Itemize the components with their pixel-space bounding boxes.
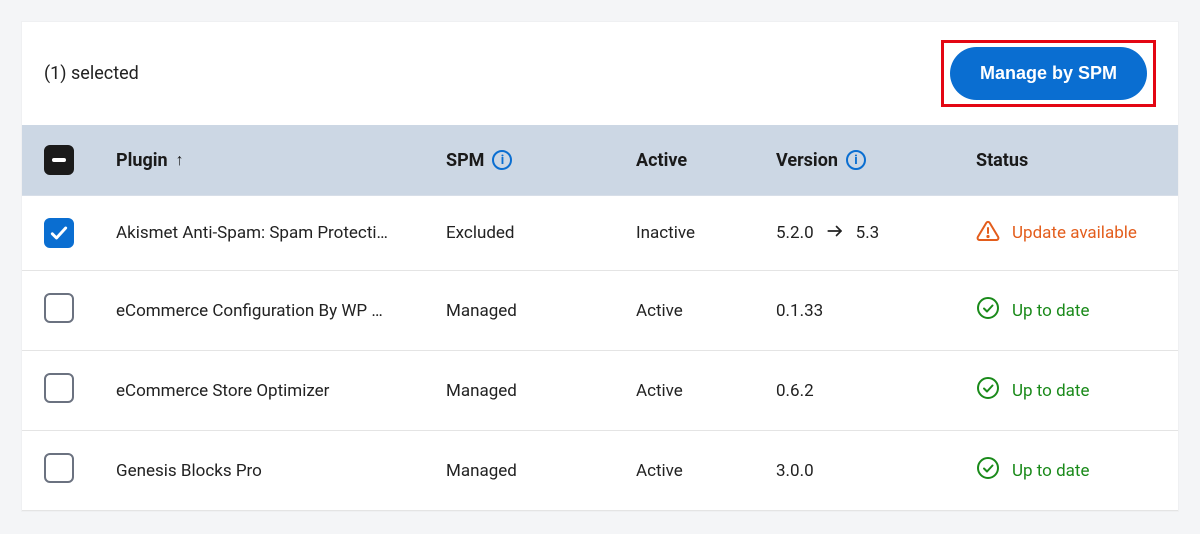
plugin-name: eCommerce Store Optimizer (106, 351, 436, 431)
status-text: Up to date (1012, 381, 1090, 401)
spm-value: Managed (436, 351, 626, 431)
version-to: 5.3 (856, 223, 880, 243)
status-cell: Up to date (966, 351, 1178, 431)
check-circle-icon (976, 376, 1000, 405)
status-text: Update available (1012, 223, 1137, 243)
version-cell: 3.0.0 (766, 431, 966, 511)
info-icon[interactable]: i (492, 150, 512, 170)
select-all-checkbox[interactable] (44, 145, 74, 175)
column-active[interactable]: Active (626, 125, 766, 196)
plugins-table: Plugin ↑ SPM i Active Version i (22, 125, 1178, 511)
manage-by-spm-button[interactable]: Manage by SPM (950, 47, 1147, 100)
column-version-label: Version (776, 150, 838, 171)
table-row: Akismet Anti-Spam: Spam Protecti…Exclude… (22, 196, 1178, 271)
check-circle-icon (976, 456, 1000, 485)
check-circle-icon (976, 296, 1000, 325)
plugin-name: Akismet Anti-Spam: Spam Protecti… (106, 196, 436, 271)
spm-value: Excluded (436, 196, 626, 271)
info-icon[interactable]: i (846, 150, 866, 170)
version-cell: 0.6.2 (766, 351, 966, 431)
active-value: Active (626, 431, 766, 511)
column-spm-label: SPM (446, 150, 484, 171)
column-active-label: Active (636, 150, 687, 171)
version-from: 5.2.0 (776, 223, 814, 243)
version-cell: 0.1.33 (766, 271, 966, 351)
row-checkbox[interactable] (44, 218, 74, 248)
version-from: 3.0.0 (776, 461, 814, 481)
status-cell: Up to date (966, 271, 1178, 351)
version-from: 0.6.2 (776, 381, 814, 401)
status-text: Up to date (1012, 301, 1090, 321)
manage-button-highlight: Manage by SPM (941, 40, 1156, 107)
table-row: Genesis Blocks ProManagedActive 3.0.0 Up t… (22, 431, 1178, 511)
status-text: Up to date (1012, 461, 1090, 481)
table-row: eCommerce Store OptimizerManagedActive 0.… (22, 351, 1178, 431)
sort-asc-icon: ↑ (176, 150, 184, 170)
plugin-name: eCommerce Configuration By WP … (106, 271, 436, 351)
topbar: (1) selected Manage by SPM (22, 22, 1178, 125)
version-from: 0.1.33 (776, 301, 823, 321)
spm-value: Managed (436, 431, 626, 511)
column-status-label: Status (976, 150, 1028, 171)
plugin-name: Genesis Blocks Pro (106, 431, 436, 511)
table-row: eCommerce Configuration By WP …ManagedAc… (22, 271, 1178, 351)
plugins-panel: (1) selected Manage by SPM Plugin ↑ SPM (22, 22, 1178, 511)
spm-value: Managed (436, 271, 626, 351)
status-cell: Up to date (966, 431, 1178, 511)
column-plugin[interactable]: Plugin ↑ (106, 125, 436, 196)
table-header-row: Plugin ↑ SPM i Active Version i (22, 125, 1178, 196)
selected-count: (1) selected (44, 63, 139, 84)
column-version[interactable]: Version i (766, 125, 966, 196)
row-checkbox[interactable] (44, 293, 74, 323)
column-status[interactable]: Status (966, 125, 1178, 196)
column-spm[interactable]: SPM i (436, 125, 626, 196)
status-cell: Update available (966, 196, 1178, 271)
warning-icon (976, 219, 1000, 248)
column-plugin-label: Plugin (116, 150, 168, 171)
row-checkbox[interactable] (44, 453, 74, 483)
row-checkbox[interactable] (44, 373, 74, 403)
active-value: Active (626, 271, 766, 351)
active-value: Active (626, 351, 766, 431)
active-value: Inactive (626, 196, 766, 271)
version-cell: 5.2.0 5.3 (766, 196, 966, 271)
arrow-right-icon (824, 221, 846, 245)
